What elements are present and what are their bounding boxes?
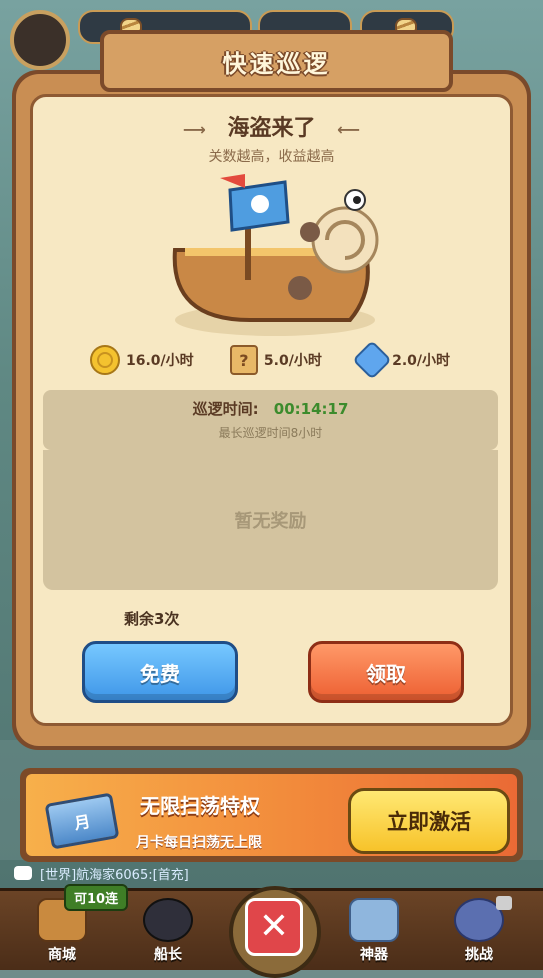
- claim-button[interactable]: 领取: [308, 641, 464, 703]
- arrow-left-icon: ⟵: [337, 119, 361, 139]
- gold-coin-icon: [90, 345, 120, 375]
- dialog-title: 快速巡逻: [222, 49, 331, 78]
- rate-gold: 16.0/小时: [90, 345, 194, 375]
- activate-now-button[interactable]: 立即激活: [348, 788, 510, 854]
- patrol-max-duration: 最长巡逻时间8小时: [218, 426, 323, 440]
- remaining-count: 剩余3次: [124, 610, 180, 628]
- pirate-ship-snail-illustration: [172, 174, 379, 336]
- nav-label-challenge: 挑战: [465, 947, 493, 963]
- ten-pull-badge: 可10连: [64, 884, 129, 911]
- nav-label-captain: 船长: [154, 947, 182, 963]
- rate-scroll-value: 5.0/小时: [263, 353, 322, 369]
- winged-crown-icon: [349, 898, 399, 942]
- promo-subtitle: 月卡每日扫荡无上限: [136, 835, 262, 851]
- heading-text: 海盗来了: [227, 116, 316, 141]
- nav-label-shop: 商城: [48, 947, 76, 963]
- nav-item-captain[interactable]: 船长: [128, 898, 208, 964]
- section-subheading: 关数越高，收益越高: [208, 149, 335, 165]
- patrol-time-label: 巡逻时间:: [192, 400, 259, 418]
- chat-message: [世界]航海家6065:[首充]: [40, 867, 189, 883]
- scroll-icon: ?: [229, 345, 258, 375]
- free-patrol-button[interactable]: 免费: [82, 641, 238, 703]
- world-chat-line[interactable]: [世界]航海家6065:[首充]: [14, 862, 189, 884]
- lock-icon: [496, 896, 512, 910]
- month-card-icon: 月: [44, 792, 120, 850]
- patrol-timer-box: 巡逻时间: 00:14:17 最长巡逻时间8小时: [43, 390, 498, 450]
- section-heading: ⟶ 海盗来了 ⟵: [0, 110, 543, 142]
- chat-bubble-icon: [14, 866, 32, 880]
- close-dialog-control: ✕: [225, 880, 321, 978]
- player-avatar[interactable]: [10, 10, 70, 70]
- nav-label-artifact: 神器: [360, 947, 388, 963]
- dialog-title-board: 快速巡逻: [100, 30, 453, 92]
- close-icon[interactable]: ✕: [245, 898, 303, 956]
- blue-gem-icon: [352, 340, 392, 380]
- patrol-time-value: 00:14:17: [273, 400, 349, 418]
- patrol-rates-row: 16.0/小时 ? 5.0/小时 2.0/小时: [90, 340, 450, 380]
- pirate-hat-icon: [143, 898, 193, 942]
- nav-item-artifact[interactable]: 神器: [334, 898, 414, 964]
- arrow-right-icon: ⟶: [182, 119, 206, 139]
- promo-title: 无限扫荡特权: [140, 794, 260, 818]
- rate-gem-value: 2.0/小时: [392, 353, 450, 369]
- monthly-card-banner[interactable]: 月 无限扫荡特权 月卡每日扫荡无上限 立即激活: [20, 768, 523, 862]
- rate-gold-value: 16.0/小时: [126, 353, 194, 369]
- rate-scroll: ? 5.0/小时: [229, 345, 322, 375]
- reward-area: 暂无奖励: [43, 450, 498, 590]
- rate-gem: 2.0/小时: [352, 340, 450, 380]
- no-reward-text: 暂无奖励: [234, 511, 307, 532]
